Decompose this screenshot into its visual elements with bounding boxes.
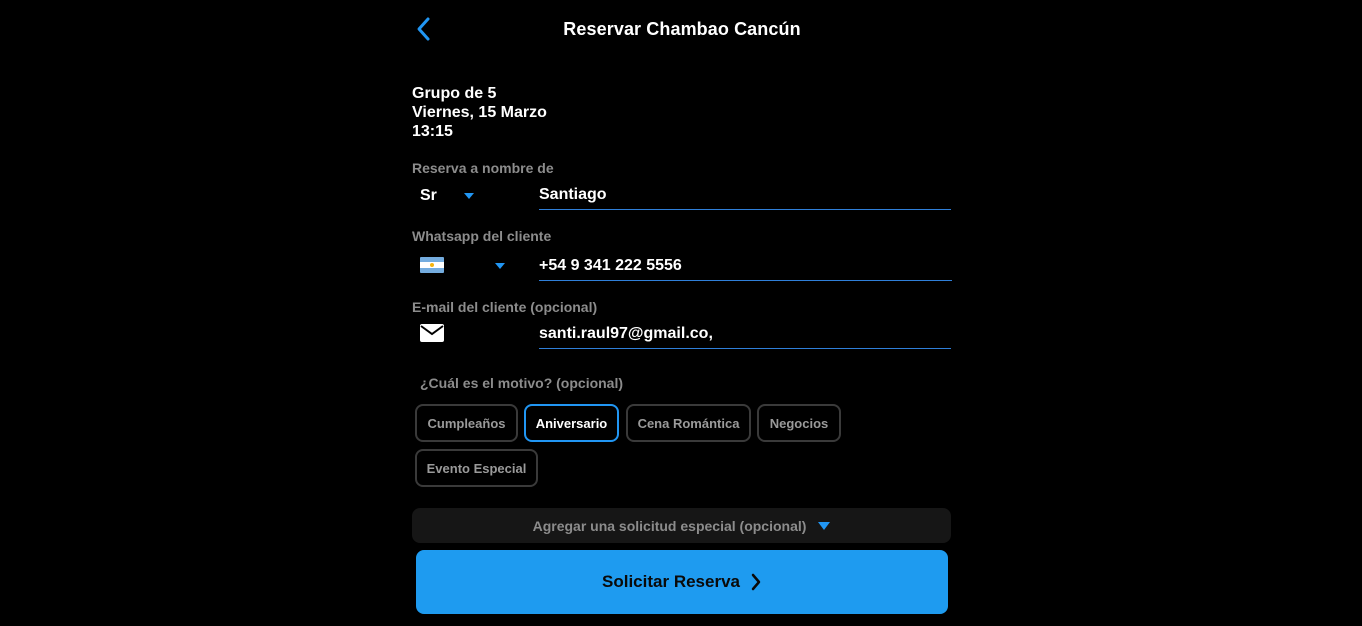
reservation-page: Reservar Chambao Cancún Grupo de 5 Viern… — [0, 0, 1362, 626]
argentina-flag-icon — [420, 257, 444, 273]
reservation-date: Viernes, 15 Marzo — [412, 104, 547, 121]
whatsapp-label: Whatsapp del cliente — [412, 228, 552, 244]
chip-evento-especial[interactable]: Evento Especial — [415, 449, 538, 487]
motivo-label: ¿Cuál es el motivo? (opcional) — [420, 375, 624, 391]
chip-negocios[interactable]: Negocios — [757, 404, 841, 442]
caret-down-icon — [463, 193, 474, 199]
reservation-summary: Grupo de 5 Viernes, 15 Marzo 13:15 — [412, 84, 547, 141]
group-size: Grupo de 5 — [412, 85, 497, 102]
chip-aniversario[interactable]: Aniversario — [524, 404, 619, 442]
title-value: Sr — [420, 187, 437, 204]
reservation-time: 13:15 — [412, 123, 453, 140]
email-input[interactable] — [539, 319, 951, 349]
title-select[interactable]: Sr — [420, 187, 474, 205]
caret-down-icon — [818, 521, 831, 530]
chip-cena-romantica[interactable]: Cena Romántica — [626, 404, 751, 442]
page-title: Reservar Chambao Cancún — [563, 19, 801, 39]
name-input[interactable] — [539, 180, 951, 210]
chip-cumpleanos[interactable]: Cumpleaños — [415, 404, 518, 442]
envelope-icon — [420, 324, 444, 342]
whatsapp-input[interactable] — [539, 251, 952, 281]
submit-button[interactable]: Solicitar Reserva — [416, 550, 948, 614]
country-code-select[interactable] — [420, 257, 510, 273]
header: Reservar Chambao Cancún — [412, 14, 952, 46]
chevron-right-icon — [751, 573, 761, 591]
special-request-label: Agregar una solicitud especial (opcional… — [532, 517, 807, 534]
email-label: E-mail del cliente (opcional) — [412, 299, 598, 315]
special-request-toggle[interactable]: Agregar una solicitud especial (opcional… — [412, 508, 951, 543]
submit-label: Solicitar Reserva — [602, 572, 740, 591]
name-label: Reserva a nombre de — [412, 160, 554, 176]
caret-down-icon — [495, 263, 505, 269]
